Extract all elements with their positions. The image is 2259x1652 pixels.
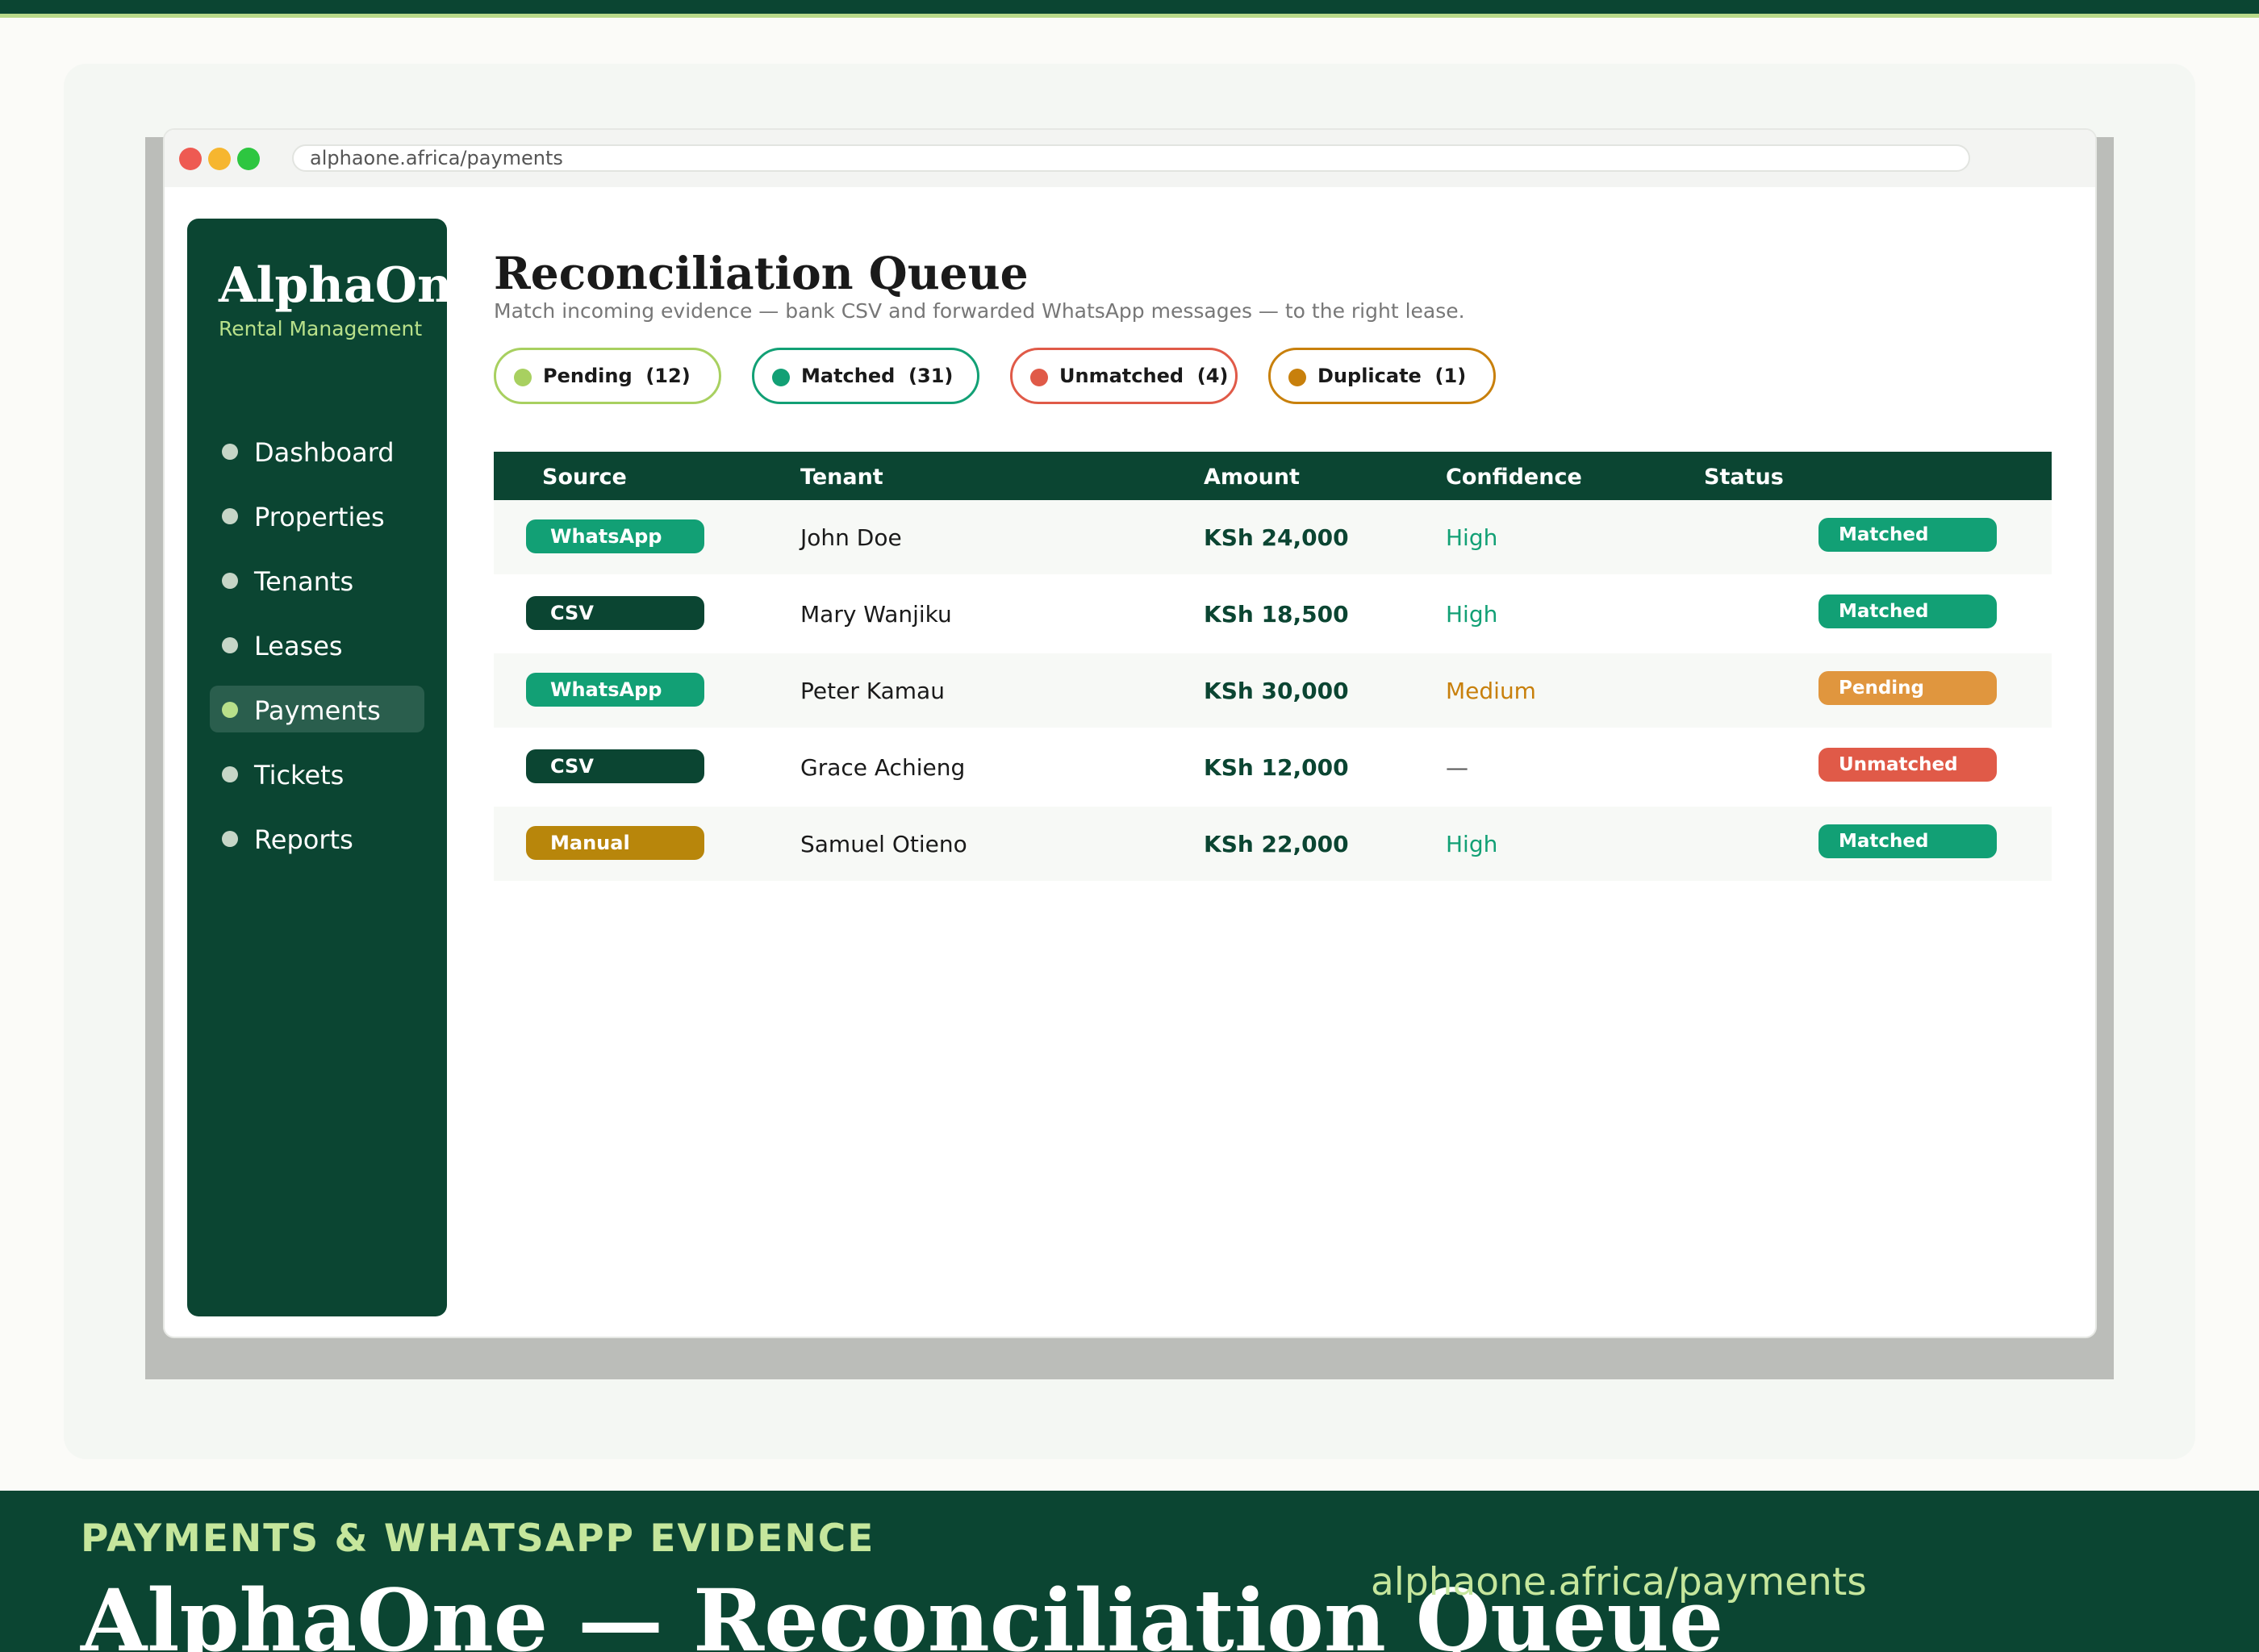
filter-chip-label: Pending (12) <box>543 365 691 387</box>
table-row[interactable]: CSV Grace Achieng KSh 12,000 — Unmatched <box>494 730 2052 804</box>
sidebar-item-label: Tenants <box>254 566 354 597</box>
filter-chip-label: Unmatched (4) <box>1059 365 1229 387</box>
footer-banner: PAYMENTS & WHATSAPP EVIDENCE AlphaOne — … <box>0 1491 2259 1652</box>
confidence-value: High <box>1446 601 1498 628</box>
source-badge: CSV <box>526 596 704 630</box>
sidebar-item-label: Tickets <box>254 760 344 791</box>
top-accent-bar <box>0 0 2259 18</box>
table-header: Source Tenant Amount Confidence Status <box>494 452 2052 500</box>
tenant-name: Mary Wanjiku <box>800 601 952 628</box>
status-dot-icon <box>1030 369 1048 386</box>
status-dot-icon <box>514 369 532 386</box>
filter-chip-duplicate[interactable]: Duplicate (1) <box>1268 348 1496 404</box>
filter-chip-matched[interactable]: Matched (31) <box>752 348 979 404</box>
tenant-name: Samuel Otieno <box>800 831 967 857</box>
table-row[interactable]: WhatsApp Peter Kamau KSh 30,000 Medium Pendi… <box>494 653 2052 728</box>
table-row[interactable]: WhatsApp John Doe KSh 24,000 High Matched <box>494 500 2052 574</box>
table-row[interactable]: CSV Mary Wanjiku KSh 18,500 High Matched <box>494 577 2052 651</box>
sidebar-item-dashboard[interactable]: Dashboard <box>210 428 424 474</box>
page-title: Reconciliation Queue <box>494 247 1029 299</box>
maximize-window-button[interactable] <box>237 148 260 170</box>
nav-bullet-icon <box>222 702 238 718</box>
source-badge: WhatsApp <box>526 519 704 553</box>
column-header-source: Source <box>542 465 627 490</box>
sidebar-item-tickets[interactable]: Tickets <box>210 750 424 797</box>
close-window-button[interactable] <box>179 148 202 170</box>
footer-kicker: PAYMENTS & WHATSAPP EVIDENCE <box>81 1516 875 1561</box>
tenant-name: John Doe <box>800 524 902 551</box>
address-bar[interactable]: alphaone.africa/payments <box>292 144 1970 172</box>
brand-subtitle: Rental Management <box>219 317 423 340</box>
status-dot-icon <box>1288 369 1306 386</box>
page-subtitle: Match incoming evidence — bank CSV and f… <box>494 299 1465 323</box>
filter-chip-unmatched[interactable]: Unmatched (4) <box>1010 348 1238 404</box>
sidebar-item-label: Properties <box>254 502 385 532</box>
amount-value: KSh 22,000 <box>1204 831 1349 857</box>
sidebar-item-reports[interactable]: Reports <box>210 815 424 861</box>
amount-value: KSh 18,500 <box>1204 601 1349 628</box>
confidence-value: Medium <box>1446 678 1536 704</box>
amount-value: KSh 24,000 <box>1204 524 1349 551</box>
status-badge: Unmatched <box>1818 748 1997 782</box>
status-badge: Matched <box>1818 518 1997 552</box>
tenant-name: Peter Kamau <box>800 678 945 704</box>
status-badge: Pending <box>1818 671 1997 705</box>
source-badge: CSV <box>526 749 704 783</box>
sidebar-item-tenants[interactable]: Tenants <box>210 557 424 603</box>
sidebar-item-properties[interactable]: Properties <box>210 492 424 539</box>
table-row[interactable]: Manual Samuel Otieno KSh 22,000 High Matched <box>494 807 2052 881</box>
minimize-window-button[interactable] <box>208 148 231 170</box>
source-badge: Manual <box>526 826 704 860</box>
confidence-value: — <box>1446 754 1468 781</box>
sidebar-item-label: Reports <box>254 824 353 855</box>
nav-bullet-icon <box>222 444 238 460</box>
brand-logo-text: AlphaOne <box>219 257 447 314</box>
sidebar-item-leases[interactable]: Leases <box>210 621 424 668</box>
nav-bullet-icon <box>222 573 238 589</box>
column-header-tenant: Tenant <box>800 465 883 490</box>
amount-value: KSh 30,000 <box>1204 678 1349 704</box>
sidebar-item-payments[interactable]: Payments <box>210 686 424 732</box>
nav-bullet-icon <box>222 637 238 653</box>
footer-url: alphaone.africa/payments <box>1371 1560 1867 1604</box>
status-dot-icon <box>772 369 790 386</box>
nav-bullet-icon <box>222 766 238 782</box>
sidebar: AlphaOne Rental Management Dashboard Prop… <box>187 219 447 1316</box>
column-header-confidence: Confidence <box>1446 465 1582 490</box>
status-badge: Matched <box>1818 824 1997 858</box>
nav-bullet-icon <box>222 508 238 524</box>
confidence-value: High <box>1446 831 1498 857</box>
column-header-amount: Amount <box>1204 465 1300 490</box>
sidebar-item-label: Dashboard <box>254 437 395 468</box>
browser-window: alphaone.africa/payments AlphaOne Rental… <box>163 128 2097 1338</box>
nav-bullet-icon <box>222 831 238 847</box>
confidence-value: High <box>1446 524 1498 551</box>
tenant-name: Grace Achieng <box>800 754 966 781</box>
column-header-status: Status <box>1704 465 1784 490</box>
filter-chip-label: Duplicate (1) <box>1317 365 1467 387</box>
browser-chrome: alphaone.africa/payments <box>165 130 2095 187</box>
filter-chip-label: Matched (31) <box>801 365 954 387</box>
status-badge: Matched <box>1818 594 1997 628</box>
source-badge: WhatsApp <box>526 673 704 707</box>
filter-chip-pending[interactable]: Pending (12) <box>494 348 721 404</box>
amount-value: KSh 12,000 <box>1204 754 1349 781</box>
sidebar-item-label: Leases <box>254 631 343 661</box>
sidebar-item-label: Payments <box>254 695 381 726</box>
